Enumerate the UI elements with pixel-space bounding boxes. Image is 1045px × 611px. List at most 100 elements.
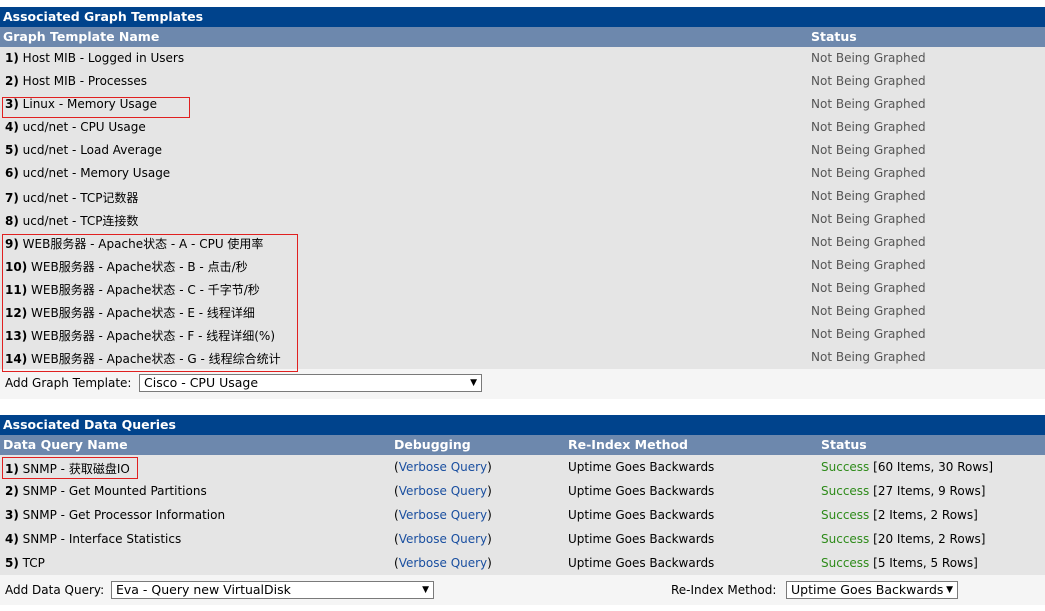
col-query-status: Status bbox=[821, 437, 867, 452]
table-row: 2) Host MIB - Processes Not Being Graphed bbox=[0, 70, 1045, 93]
query-status: Success [60 Items, 30 Rows] bbox=[821, 460, 993, 474]
graph-template-name: 6) ucd/net - Memory Usage bbox=[5, 166, 170, 180]
graph-status: Not Being Graphed bbox=[811, 189, 926, 203]
col-graph-status: Status bbox=[811, 29, 857, 44]
verbose-query-link[interactable]: Verbose Query bbox=[399, 532, 487, 546]
table-row: 6) ucd/net - Memory Usage Not Being Graph… bbox=[0, 162, 1045, 185]
debugging-cell: (Verbose Query) bbox=[394, 460, 492, 474]
debugging-cell: (Verbose Query) bbox=[394, 484, 492, 498]
row-number: 4) bbox=[5, 532, 19, 546]
graph-status: Not Being Graphed bbox=[811, 166, 926, 180]
chevron-down-icon: ▼ bbox=[470, 378, 477, 388]
row-name: SNMP - Get Processor Information bbox=[22, 508, 226, 522]
data-queries-panel: Associated Data Queries Data Query Name … bbox=[0, 415, 1045, 605]
reindex-method: Uptime Goes Backwards bbox=[568, 460, 715, 474]
graph-templates-title: Associated Graph Templates bbox=[0, 7, 1045, 27]
row-number: 13) bbox=[5, 329, 28, 343]
graph-status: Not Being Graphed bbox=[811, 212, 926, 226]
row-name: Host MIB - Processes bbox=[22, 74, 148, 88]
table-row: 1) Host MIB - Logged in Users Not Being G… bbox=[0, 47, 1045, 70]
chevron-down-icon: ▼ bbox=[946, 585, 953, 595]
verbose-query-link[interactable]: Verbose Query bbox=[399, 484, 487, 498]
status-detail: [2 Items, 2 Rows] bbox=[873, 508, 978, 522]
table-row: 10) WEB服务器 - Apache状态 - B - 点击/秒 Not Bein… bbox=[0, 254, 1045, 277]
col-reindex-method: Re-Index Method bbox=[568, 437, 689, 452]
row-number: 10) bbox=[5, 260, 28, 274]
row-name: TCP bbox=[22, 556, 45, 570]
data-query-name: 1) SNMP - 获取磁盘IO bbox=[5, 460, 130, 477]
row-name: ucd/net - CPU Usage bbox=[22, 120, 146, 134]
add-graph-template-label: Add Graph Template: bbox=[5, 376, 132, 390]
row-name: ucd/net - TCP记数器 bbox=[22, 191, 139, 205]
debugging-cell: (Verbose Query) bbox=[394, 556, 492, 570]
reindex-method-value: Uptime Goes Backwards bbox=[791, 582, 944, 597]
reindex-method-label: Re-Index Method: bbox=[671, 583, 777, 597]
graph-template-name: 4) ucd/net - CPU Usage bbox=[5, 120, 146, 134]
table-row: 1) SNMP - 获取磁盘IO (Verbose Query) Uptime Go… bbox=[0, 455, 1045, 479]
add-data-query-value: Eva - Query new VirtualDisk bbox=[116, 582, 291, 597]
row-name: WEB服务器 - Apache状态 - A - CPU 使用率 bbox=[22, 237, 264, 251]
graph-status: Not Being Graphed bbox=[811, 235, 926, 249]
graph-status: Not Being Graphed bbox=[811, 120, 926, 134]
reindex-method: Uptime Goes Backwards bbox=[568, 508, 715, 522]
row-name: WEB服务器 - Apache状态 - E - 线程详细 bbox=[31, 306, 255, 320]
graph-templates-list: 1) Host MIB - Logged in Users Not Being G… bbox=[0, 47, 1045, 369]
row-name: ucd/net - Memory Usage bbox=[22, 166, 171, 180]
debugging-cell: (Verbose Query) bbox=[394, 532, 492, 546]
data-query-name: 2) SNMP - Get Mounted Partitions bbox=[5, 484, 207, 498]
add-data-query-row: Add Data Query: Eva - Query new VirtualD… bbox=[0, 575, 1045, 605]
graph-status: Not Being Graphed bbox=[811, 258, 926, 272]
graph-template-name: 10) WEB服务器 - Apache状态 - B - 点击/秒 bbox=[5, 258, 248, 275]
data-query-name: 5) TCP bbox=[5, 556, 45, 570]
graph-template-name: 5) ucd/net - Load Average bbox=[5, 143, 162, 157]
data-queries-title: Associated Data Queries bbox=[0, 415, 1045, 435]
table-row: 8) ucd/net - TCP连接数 Not Being Graphed bbox=[0, 208, 1045, 231]
status-success: Success bbox=[821, 508, 870, 522]
debugging-cell: (Verbose Query) bbox=[394, 508, 492, 522]
row-number: 2) bbox=[5, 484, 19, 498]
row-number: 12) bbox=[5, 306, 28, 320]
table-row: 13) WEB服务器 - Apache状态 - F - 线程详细(%) Not B… bbox=[0, 323, 1045, 346]
row-name: WEB服务器 - Apache状态 - F - 线程详细(%) bbox=[31, 329, 276, 343]
verbose-query-link[interactable]: Verbose Query bbox=[399, 508, 487, 522]
add-data-query-select[interactable]: Eva - Query new VirtualDisk ▼ bbox=[111, 581, 434, 599]
table-row: 3) SNMP - Get Processor Information (Verb… bbox=[0, 503, 1045, 527]
row-number: 3) bbox=[5, 97, 19, 111]
status-success: Success bbox=[821, 532, 870, 546]
graph-status: Not Being Graphed bbox=[811, 143, 926, 157]
graph-status: Not Being Graphed bbox=[811, 304, 926, 318]
row-name: SNMP - 获取磁盘IO bbox=[22, 462, 130, 476]
add-graph-template-select[interactable]: Cisco - CPU Usage ▼ bbox=[139, 374, 482, 392]
row-name: ucd/net - Load Average bbox=[22, 143, 163, 157]
row-number: 5) bbox=[5, 143, 19, 157]
verbose-query-link[interactable]: Verbose Query bbox=[399, 556, 487, 570]
table-row: 11) WEB服务器 - Apache状态 - C - 千字节/秒 Not Bei… bbox=[0, 277, 1045, 300]
table-row: 9) WEB服务器 - Apache状态 - A - CPU 使用率 Not Be… bbox=[0, 231, 1045, 254]
graph-template-name: 9) WEB服务器 - Apache状态 - A - CPU 使用率 bbox=[5, 235, 263, 252]
row-number: 5) bbox=[5, 556, 19, 570]
graph-status: Not Being Graphed bbox=[811, 281, 926, 295]
table-row: 7) ucd/net - TCP记数器 Not Being Graphed bbox=[0, 185, 1045, 208]
query-status: Success [5 Items, 5 Rows] bbox=[821, 556, 978, 570]
graph-template-name: 12) WEB服务器 - Apache状态 - E - 线程详细 bbox=[5, 304, 255, 321]
graph-template-name: 11) WEB服务器 - Apache状态 - C - 千字节/秒 bbox=[5, 281, 260, 298]
col-debugging: Debugging bbox=[394, 437, 471, 452]
row-number: 3) bbox=[5, 508, 19, 522]
row-number: 6) bbox=[5, 166, 19, 180]
row-number: 7) bbox=[5, 191, 19, 205]
query-status: Success [2 Items, 2 Rows] bbox=[821, 508, 978, 522]
graph-template-name: 1) Host MIB - Logged in Users bbox=[5, 51, 184, 65]
reindex-method: Uptime Goes Backwards bbox=[568, 532, 715, 546]
row-name: WEB服务器 - Apache状态 - B - 点击/秒 bbox=[31, 260, 248, 274]
data-queries-list: 1) SNMP - 获取磁盘IO (Verbose Query) Uptime Go… bbox=[0, 455, 1045, 575]
chevron-down-icon: ▼ bbox=[422, 585, 429, 595]
col-data-query-name: Data Query Name bbox=[3, 437, 128, 452]
reindex-method-select[interactable]: Uptime Goes Backwards ▼ bbox=[786, 581, 958, 599]
row-name: SNMP - Interface Statistics bbox=[22, 532, 182, 546]
reindex-method: Uptime Goes Backwards bbox=[568, 556, 715, 570]
graph-template-name: 3) Linux - Memory Usage bbox=[5, 97, 157, 111]
add-graph-template-value: Cisco - CPU Usage bbox=[144, 375, 259, 390]
row-number: 8) bbox=[5, 214, 19, 228]
verbose-query-link[interactable]: Verbose Query bbox=[399, 460, 487, 474]
add-data-query-label: Add Data Query: bbox=[5, 583, 105, 597]
